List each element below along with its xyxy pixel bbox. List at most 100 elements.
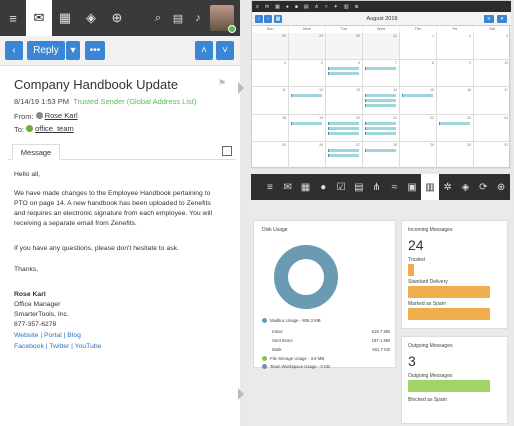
reply-dropdown-button[interactable]: ▾ <box>66 41 80 60</box>
reply-button[interactable]: Reply <box>27 41 65 60</box>
rss-icon[interactable]: ≈ <box>385 182 403 193</box>
menu-icon[interactable]: ≡ <box>261 182 279 193</box>
calendar-day[interactable]: 28 <box>252 33 289 61</box>
calendar-event[interactable] <box>365 131 396 135</box>
menu-icon[interactable]: ≡ <box>0 0 26 36</box>
calendar-event[interactable] <box>328 121 359 125</box>
calendar-day[interactable]: 31 <box>363 33 400 61</box>
back-button[interactable]: ‹ <box>5 41 23 60</box>
calendar-day[interactable]: 28 <box>363 141 400 169</box>
calendar-event[interactable] <box>365 67 396 71</box>
calendar-day[interactable]: 13 <box>326 87 363 115</box>
calendar-day[interactable]: 2 <box>437 33 474 61</box>
from-contact-link[interactable]: Rose Karl <box>45 111 78 120</box>
expand-icon[interactable] <box>222 146 232 156</box>
calendar-day[interactable]: 9 <box>437 60 474 88</box>
signature-links-primary[interactable]: Website | Portal | Blog <box>14 331 234 341</box>
calendar-day[interactable]: 27 <box>326 141 363 169</box>
calendar-day[interactable]: 3 <box>474 33 511 61</box>
notes-icon[interactable]: ▤ <box>350 182 368 193</box>
calendar-event[interactable] <box>365 94 396 98</box>
calendar-day[interactable]: 23 <box>437 114 474 142</box>
calendar-event[interactable] <box>291 94 322 98</box>
calendar-event[interactable] <box>328 153 359 157</box>
view-button[interactable]: ≡ <box>484 15 494 23</box>
gear-icon[interactable]: ✲ <box>439 182 457 193</box>
calendar-day[interactable]: 25 <box>252 141 289 169</box>
next-month-button[interactable]: › <box>264 15 272 23</box>
plus-circle-icon[interactable]: ⊕ <box>104 0 130 36</box>
calendar-event[interactable] <box>328 72 359 76</box>
flag-icon[interactable]: ⚑ <box>218 78 226 89</box>
calendar-day[interactable]: 19 <box>289 114 326 142</box>
tree-icon[interactable]: ⋔ <box>368 182 386 193</box>
chart-icon[interactable]: ▥ <box>344 4 349 10</box>
calendar-event[interactable] <box>365 126 396 130</box>
calendar-event[interactable] <box>291 121 322 125</box>
calendar-day[interactable]: 22 <box>400 114 437 142</box>
calendar-event[interactable] <box>328 131 359 135</box>
calendar-event[interactable] <box>402 94 433 98</box>
calendar-day[interactable]: 17 <box>474 87 511 115</box>
calendar-event[interactable] <box>328 148 359 152</box>
calendar-day[interactable]: 11 <box>252 87 289 115</box>
calendar-day[interactable]: 26 <box>289 141 326 169</box>
calendar-day[interactable]: 20 <box>326 114 363 142</box>
notes-icon[interactable]: ▤ <box>304 4 309 10</box>
layers-icon[interactable]: ◈ <box>457 182 475 193</box>
calendar-day[interactable]: 10 <box>474 60 511 88</box>
sync-icon[interactable]: ⟳ <box>474 182 492 193</box>
previous-month-button[interactable]: ‹ <box>255 15 263 23</box>
calendar-day[interactable]: 5 <box>289 60 326 88</box>
calendar-event[interactable] <box>365 104 396 108</box>
tasks-icon[interactable]: ■ <box>295 4 298 10</box>
search-icon[interactable]: ⌕ <box>148 0 168 36</box>
calendar-day[interactable]: 18 <box>252 114 289 142</box>
to-contact-link[interactable]: office_team <box>35 124 74 133</box>
calendar-day[interactable]: 12 <box>289 87 326 115</box>
layers-icon[interactable]: ◈ <box>78 0 104 36</box>
previous-message-button[interactable]: ˄ <box>195 41 213 60</box>
tree-icon[interactable]: ⋔ <box>315 4 319 10</box>
plus-icon[interactable]: ⊕ <box>355 4 359 10</box>
tasks-icon[interactable]: ☑ <box>332 182 350 193</box>
calendar-day[interactable]: 21 <box>363 114 400 142</box>
chart-icon[interactable]: ▥ <box>421 174 439 200</box>
plus-circle-icon[interactable]: ⊕ <box>492 182 510 193</box>
calendar-event[interactable] <box>365 148 396 152</box>
mail-icon[interactable]: ✉ <box>265 4 269 10</box>
options-button[interactable]: ▾ <box>497 15 507 23</box>
contacts-icon[interactable]: ● <box>286 4 289 10</box>
next-message-button[interactable]: ˅ <box>216 41 234 60</box>
calendar-day[interactable]: 8 <box>400 60 437 88</box>
calendar-day[interactable]: 31 <box>474 141 511 169</box>
calendar-day[interactable]: 15 <box>400 87 437 115</box>
calendar-event[interactable] <box>328 126 359 130</box>
calendar-day[interactable]: 4 <box>252 60 289 88</box>
mail-icon[interactable]: ✉ <box>26 0 52 36</box>
mail-icon[interactable]: ✉ <box>279 182 297 193</box>
calendar-day[interactable]: 29 <box>289 33 326 61</box>
calendar-day[interactable]: 24 <box>474 114 511 142</box>
tab-message[interactable]: Message <box>12 144 60 160</box>
calendar-event[interactable] <box>365 121 396 125</box>
bell-icon[interactable]: ♪ <box>188 0 208 36</box>
calendar-icon[interactable]: ▦ <box>275 4 280 10</box>
signature-links-social[interactable]: Facebook | Twitter | YouTube <box>14 342 234 352</box>
calendar-event[interactable] <box>328 67 359 71</box>
calendar-event[interactable] <box>439 121 470 125</box>
gear-icon[interactable]: ✦ <box>334 4 338 10</box>
calendar-day[interactable]: 29 <box>400 141 437 169</box>
contacts-icon[interactable]: ● <box>314 182 332 193</box>
calendar-day[interactable]: 1 <box>400 33 437 61</box>
calendar-day[interactable]: 16 <box>437 87 474 115</box>
calendar-day[interactable]: 7 <box>363 60 400 88</box>
calendar-day[interactable]: 30 <box>437 141 474 169</box>
calendar-day[interactable]: 14 <box>363 87 400 115</box>
calendar-icon[interactable]: ▦ <box>52 0 78 36</box>
menu-icon[interactable]: ≡ <box>256 4 259 10</box>
more-button[interactable]: ••• <box>85 41 105 60</box>
calendar-event[interactable] <box>365 99 396 103</box>
calendar-day[interactable]: 30 <box>326 33 363 61</box>
calendar-day[interactable]: 6 <box>326 60 363 88</box>
